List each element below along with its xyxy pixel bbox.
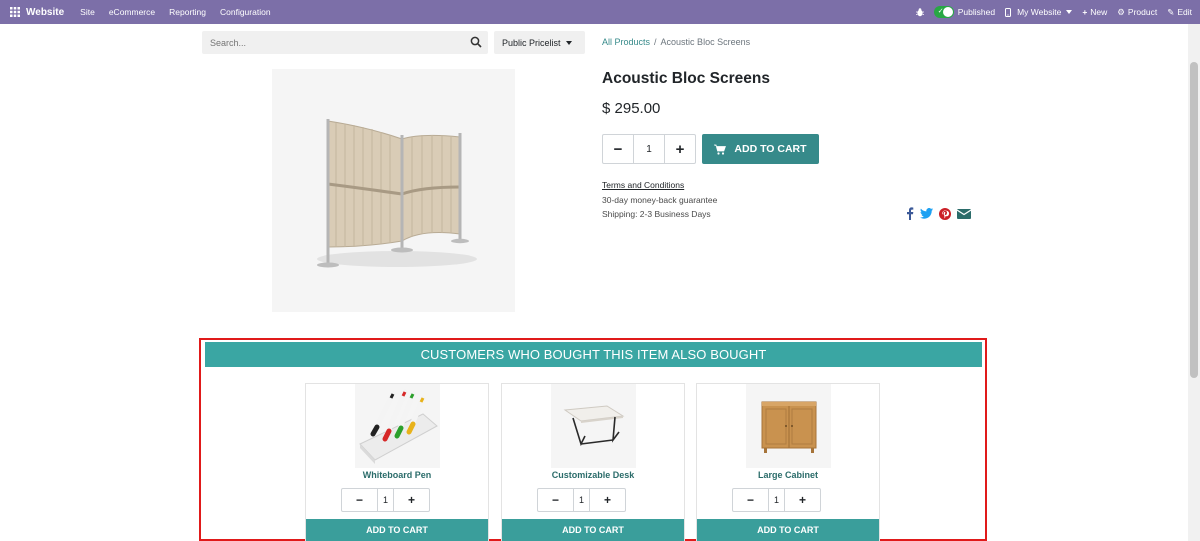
share-links bbox=[906, 207, 977, 220]
edit-button[interactable]: ✎ Edit bbox=[1167, 7, 1192, 18]
plus-icon[interactable]: + bbox=[665, 135, 695, 163]
product-image bbox=[272, 69, 515, 312]
gear-icon: ⚙ bbox=[1117, 6, 1125, 17]
quantity-input[interactable]: 1 bbox=[633, 135, 665, 163]
scrollbar-thumb[interactable] bbox=[1190, 62, 1198, 378]
quantity-stepper: − 1 + bbox=[341, 488, 430, 512]
plus-icon[interactable]: + bbox=[394, 489, 429, 511]
product-search bbox=[202, 31, 488, 54]
add-to-cart-button[interactable]: ADD TO CART bbox=[502, 519, 684, 541]
search-icon[interactable] bbox=[470, 36, 482, 48]
my-website-label[interactable]: My Website bbox=[1017, 7, 1061, 17]
product-button[interactable]: ⚙ Product bbox=[1117, 7, 1157, 18]
whiteboard-pen-image bbox=[359, 389, 438, 464]
top-navbar: Website Site eCommerce Reporting Configu… bbox=[0, 0, 1200, 24]
pricelist-label: Public Pricelist bbox=[502, 37, 561, 48]
related-product-card: Large Cabinet − 1 + ADD TO CART bbox=[696, 383, 880, 541]
caret-down-icon bbox=[565, 40, 572, 45]
minus-icon[interactable]: − bbox=[342, 489, 377, 511]
product-thumbnail[interactable] bbox=[355, 384, 440, 468]
desk-image bbox=[563, 405, 625, 447]
terms-link[interactable]: Terms and Conditions bbox=[602, 180, 684, 190]
product-thumbnail[interactable] bbox=[551, 384, 636, 468]
pinterest-icon[interactable] bbox=[939, 207, 951, 220]
menu-ecommerce[interactable]: eCommerce bbox=[109, 7, 155, 17]
my-website-dropdown[interactable]: My Website bbox=[1005, 7, 1073, 17]
published-toggle[interactable]: ✓ Published bbox=[933, 6, 996, 18]
plus-icon[interactable]: + bbox=[590, 489, 625, 511]
product-name[interactable]: Whiteboard Pen bbox=[306, 470, 488, 480]
related-product-card: Customizable Desk − 1 + ADD TO CART bbox=[501, 383, 685, 541]
product-name[interactable]: Large Cabinet bbox=[697, 470, 879, 480]
new-label: New bbox=[1090, 7, 1108, 17]
quantity-stepper: − 1 + bbox=[732, 488, 821, 512]
related-product-card: Whiteboard Pen − 1 + ADD TO CART bbox=[305, 383, 489, 541]
quantity-stepper: − 1 + bbox=[537, 488, 626, 512]
product-thumbnail[interactable] bbox=[746, 384, 831, 468]
related-products-header: CUSTOMERS WHO BOUGHT THIS ITEM ALSO BOUG… bbox=[205, 342, 982, 367]
breadcrumb: All Products / Acoustic Bloc Screens bbox=[602, 37, 750, 47]
menu-configuration[interactable]: Configuration bbox=[220, 7, 271, 17]
product-title: Acoustic Bloc Screens bbox=[602, 70, 770, 87]
shipping-text: Shipping: 2-3 Business Days bbox=[602, 209, 711, 219]
add-to-cart-button[interactable]: ADD TO CART bbox=[697, 519, 879, 541]
minus-icon[interactable]: − bbox=[733, 489, 768, 511]
brand-label[interactable]: Website bbox=[26, 7, 64, 18]
menu-site[interactable]: Site bbox=[80, 7, 95, 17]
breadcrumb-separator: / bbox=[654, 37, 657, 47]
cabinet-image bbox=[761, 401, 817, 453]
navbar-right: ✓ Published My Website + New ⚙ Product ✎… bbox=[906, 0, 1192, 24]
twitter-icon[interactable] bbox=[920, 208, 933, 219]
cart-icon bbox=[714, 144, 727, 155]
acoustic-screen-illustration bbox=[317, 119, 477, 268]
facebook-icon[interactable] bbox=[906, 207, 914, 220]
guarantee-text: 30-day money-back guarantee bbox=[602, 195, 718, 205]
plus-icon[interactable]: + bbox=[785, 489, 820, 511]
plus-icon: + bbox=[1082, 7, 1088, 17]
minus-icon[interactable]: − bbox=[603, 135, 633, 163]
new-button[interactable]: + New bbox=[1082, 7, 1107, 17]
add-to-cart-button[interactable]: ADD TO CART bbox=[306, 519, 488, 541]
quantity-stepper: − 1 + bbox=[602, 134, 696, 164]
minus-icon[interactable]: − bbox=[538, 489, 573, 511]
breadcrumb-all-products[interactable]: All Products bbox=[602, 37, 650, 47]
quantity-input[interactable]: 1 bbox=[768, 489, 785, 511]
caret-down-icon bbox=[1066, 10, 1073, 14]
quantity-input[interactable]: 1 bbox=[573, 489, 590, 511]
pencil-icon: ✎ bbox=[1167, 6, 1175, 17]
add-to-cart-button[interactable]: ADD TO CART bbox=[702, 134, 819, 164]
product-name[interactable]: Customizable Desk bbox=[502, 470, 684, 480]
edit-label: Edit bbox=[1177, 7, 1192, 17]
mobile-icon[interactable] bbox=[1005, 7, 1012, 17]
product-label: Product bbox=[1127, 7, 1158, 17]
quantity-input[interactable]: 1 bbox=[377, 489, 394, 511]
pricelist-dropdown[interactable]: Public Pricelist bbox=[494, 31, 585, 54]
menu-reporting[interactable]: Reporting bbox=[169, 7, 206, 17]
toggle-switch-icon[interactable]: ✓ bbox=[933, 6, 954, 18]
grid-icon[interactable] bbox=[10, 7, 20, 17]
search-input[interactable] bbox=[202, 37, 452, 48]
email-icon[interactable] bbox=[957, 208, 971, 219]
breadcrumb-current: Acoustic Bloc Screens bbox=[660, 37, 751, 47]
website-app-menu[interactable]: Website bbox=[10, 7, 64, 18]
published-label: Published bbox=[957, 7, 996, 17]
bug-icon[interactable] bbox=[915, 7, 924, 17]
product-price: $ 295.00 bbox=[602, 100, 661, 117]
add-to-cart-label: ADD TO CART bbox=[734, 143, 807, 155]
